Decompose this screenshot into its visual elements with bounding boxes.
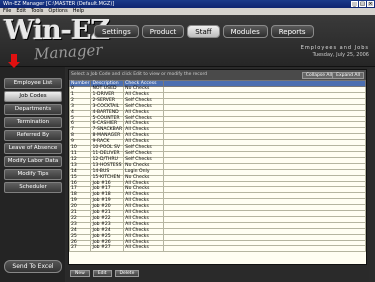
logo-script: Manager <box>33 40 104 64</box>
job-codes-grid: Select a Job Code and click Edit to view… <box>68 69 367 265</box>
tab-reports[interactable]: Reports <box>270 25 314 38</box>
tab-staff[interactable]: Staff <box>187 25 220 38</box>
grid-hint: Select a Job Code and click Edit to view… <box>71 72 208 77</box>
edit-button[interactable]: Edit <box>92 270 112 277</box>
sidebar-item-departments[interactable]: Departments <box>4 104 62 115</box>
cell-number: 27 <box>69 245 92 253</box>
minimize-button[interactable]: _ <box>351 1 358 7</box>
sidebar-item-referred-by[interactable]: Referred By <box>4 130 62 141</box>
sidebar: Employee List Job Codes Departments Term… <box>0 54 65 282</box>
main-panel: Select a Job Code and click Edit to view… <box>66 67 369 282</box>
new-button[interactable]: New <box>70 270 90 277</box>
table-row[interactable]: 27 Job #27 All Checks <box>69 245 366 253</box>
red-arrow-icon <box>8 54 20 69</box>
sidebar-item-scheduler[interactable]: Scheduler <box>4 182 62 193</box>
close-button[interactable]: × <box>367 1 374 7</box>
job-codes-table: Number Description Check Access 0 NOT USE… <box>69 80 366 264</box>
sidebar-item-modify-tips[interactable]: Modify Tips <box>4 169 62 180</box>
collapse-all-button[interactable]: Collapse All <box>301 72 336 79</box>
sidebar-item-modify-labor-data[interactable]: Modify Labor Data <box>4 156 62 167</box>
main-tabs: Settings Product Staff Modules Reports <box>94 25 314 38</box>
cell-check-access: All Checks <box>123 245 165 253</box>
app-header: Win-EZ Manager Settings Product Staff Mo… <box>0 15 375 67</box>
window-title-bar: Win-EZ Manager [C:\MASTER (Default.MGZ)]… <box>0 0 375 8</box>
maximize-button[interactable]: □ <box>359 1 366 7</box>
sidebar-item-leave-of-absence[interactable]: Leave of Absence <box>4 143 62 154</box>
cell-description: Job #27 <box>90 245 125 253</box>
expand-all-button[interactable]: Expand All <box>332 72 364 79</box>
sidebar-item-employee-list[interactable]: Employee List <box>4 78 62 89</box>
tab-modules[interactable]: Modules <box>222 25 268 38</box>
send-to-excel-button[interactable]: Send To Excel <box>4 260 62 273</box>
tab-settings[interactable]: Settings <box>94 25 139 38</box>
menu-help[interactable]: Help <box>73 8 84 15</box>
delete-button[interactable]: Delete <box>114 270 140 277</box>
grid-toolbar: Select a Job Code and click Edit to view… <box>69 70 366 80</box>
window-title: Win-EZ Manager [C:\MASTER (Default.MGZ)] <box>3 1 115 7</box>
menu-edit[interactable]: Edit <box>16 8 26 15</box>
menu-bar: File Edit Tools Options Help <box>0 8 375 15</box>
section-title: Employees and Jobs <box>300 45 369 51</box>
sidebar-item-job-codes[interactable]: Job Codes <box>4 91 62 102</box>
menu-tools[interactable]: Tools <box>31 8 43 15</box>
menu-file[interactable]: File <box>3 8 11 15</box>
cell-filler <box>163 245 366 253</box>
menu-options[interactable]: Options <box>48 8 67 15</box>
tab-product[interactable]: Product <box>141 25 185 38</box>
sidebar-item-termination[interactable]: Termination <box>4 117 62 128</box>
grid-actions: New Edit Delete <box>70 270 140 277</box>
current-date: Tuesday, July 25, 2006 <box>312 52 369 58</box>
